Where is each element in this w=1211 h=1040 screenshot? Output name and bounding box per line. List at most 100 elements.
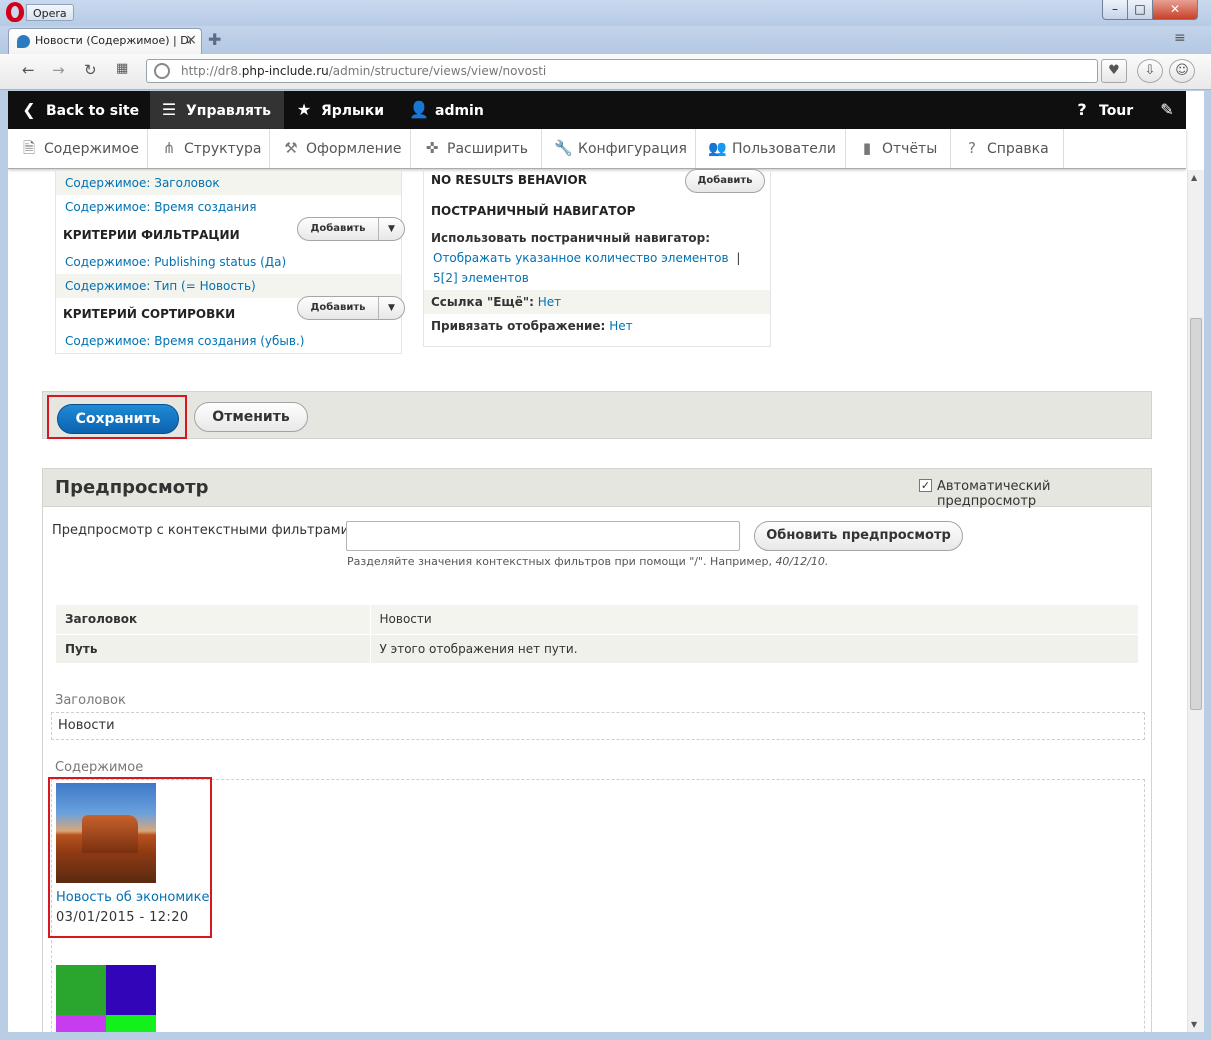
document-icon: 🗎	[22, 139, 36, 157]
contextual-filters-hint: Разделяйте значения контекстных фильтров…	[347, 555, 828, 568]
edit-pencil-icon[interactable]: ✎	[1158, 91, 1184, 129]
help-icon: ?	[968, 139, 976, 157]
opera-menu-button[interactable]: Opera	[26, 4, 74, 21]
tab-menu-icon[interactable]: ≡	[1174, 30, 1186, 46]
attach-label: Привязать отображение:	[431, 319, 606, 333]
table-key: Путь	[56, 634, 371, 664]
butte-shape	[82, 815, 138, 853]
pager-count-link[interactable]: 5[2] элементов	[433, 271, 529, 285]
back-to-site-link[interactable]: ❮ Back to site	[20, 91, 139, 129]
page-viewport: ❮ Back to site ☰ Управлять ★ Ярлыки 👤 admin …	[8, 91, 1204, 1032]
add-sort-dropbutton[interactable]: Добавить ▼	[297, 296, 405, 320]
maximize-button[interactable]: □	[1127, 0, 1153, 20]
add-filter-dropbutton[interactable]: Добавить ▼	[297, 217, 405, 241]
add-no-results-button[interactable]: Добавить	[685, 169, 765, 193]
download-icon[interactable]: ⇩	[1137, 59, 1163, 83]
table-key: Заголовок	[56, 605, 371, 635]
table-row: Заголовок Новости	[56, 605, 1138, 635]
tray-label: Справка	[987, 141, 1049, 157]
wrench-brush-icon: ⚒	[284, 139, 298, 157]
shortcuts-label: Ярлыки	[321, 103, 385, 119]
pager-count-row: 5[2] элементов	[433, 271, 529, 285]
news-title-link[interactable]: Новость об экономике	[56, 890, 209, 905]
reload-icon[interactable]: ↻	[84, 61, 97, 79]
filter-heading: КРИТЕРИИ ФИЛЬТРАЦИИ	[63, 228, 240, 242]
vertical-scrollbar[interactable]: ▲ ▼	[1187, 170, 1204, 1032]
preview-title: Предпросмотр	[55, 477, 209, 498]
close-window-button[interactable]: ✕	[1152, 0, 1198, 20]
hint-text: Разделяйте значения контекстных фильтров…	[347, 555, 772, 568]
pager-value-link[interactable]: Отображать указанное количество элементо…	[433, 251, 729, 265]
scroll-thumb[interactable]	[1190, 318, 1202, 710]
add-sort-label: Добавить	[310, 302, 366, 313]
filter-link-status[interactable]: Содержимое: Publishing status (Да)	[65, 255, 286, 269]
user-icon[interactable]: ☺	[1169, 59, 1195, 83]
chevron-down-icon[interactable]: ▼	[378, 218, 404, 240]
field-link-title[interactable]: Содержимое: Заголовок	[65, 176, 220, 190]
minimize-button[interactable]: –	[1102, 0, 1128, 20]
url-prefix: http://dr8.	[181, 64, 242, 78]
address-bar[interactable]: http://dr8.php-include.ru/admin/structur…	[146, 59, 1098, 83]
wrench-icon: 🔧	[554, 139, 573, 157]
news-thumbnail-image[interactable]	[56, 783, 156, 883]
manage-tab[interactable]: ☰ Управлять	[150, 91, 284, 129]
more-value-link[interactable]: Нет	[538, 295, 561, 309]
table-value: У этого отображения нет пути.	[370, 634, 1138, 664]
puzzle-icon: ✜	[425, 139, 439, 157]
forward-icon[interactable]: →	[52, 61, 65, 79]
refresh-preview-button[interactable]: Обновить предпросмотр	[754, 521, 963, 551]
auto-preview-label[interactable]: Автоматический предпросмотр	[937, 479, 1151, 509]
tray-item-structure[interactable]: ⋔ Структура	[148, 129, 270, 168]
tray-item-help[interactable]: ? Справка	[951, 129, 1064, 168]
contextual-filters-input[interactable]	[346, 521, 740, 551]
url-host: php-include.ru	[241, 64, 329, 78]
chevron-down-icon[interactable]: ▼	[378, 297, 404, 319]
more-link-row: Ссылка "Ещё": Нет	[424, 290, 770, 314]
tray-item-people[interactable]: 👥 Пользователи	[696, 129, 846, 168]
browser-tab-active[interactable]: Новости (Содержимое) | Dr ×	[8, 28, 202, 54]
news-thumbnail-image[interactable]	[56, 965, 156, 1032]
window-titlebar: Opera – □ ✕	[0, 0, 1211, 26]
content-section-label: Содержимое	[55, 760, 144, 775]
tour-label: Tour	[1099, 103, 1134, 119]
tray-item-reports[interactable]: ▮ Отчёты	[846, 129, 951, 168]
tray-label: Пользователи	[732, 141, 836, 157]
sort-heading: КРИТЕРИЙ СОРТИРОВКИ	[63, 307, 236, 321]
save-button[interactable]: Сохранить	[57, 404, 179, 434]
filter-link-type[interactable]: Содержимое: Тип (= Новость)	[65, 279, 256, 293]
manage-label: Управлять	[186, 103, 272, 119]
tour-button[interactable]: ? Tour	[1073, 91, 1133, 129]
admin-toolbar: ❮ Back to site ☰ Управлять ★ Ярлыки 👤 admin …	[8, 91, 1186, 129]
tray-label: Отчёты	[882, 141, 938, 157]
admin-tray: 🗎 Содержимое ⋔ Структура ⚒ Оформление ✜ Расш…	[8, 129, 1186, 169]
tray-item-configuration[interactable]: 🔧 Конфигурация	[542, 129, 696, 168]
tray-label: Расширить	[447, 141, 529, 157]
back-icon[interactable]: ←	[22, 61, 35, 79]
more-label: Ссылка "Ещё":	[431, 295, 534, 309]
tray-item-appearance[interactable]: ⚒ Оформление	[270, 129, 411, 168]
user-tab[interactable]: 👤 admin	[409, 91, 484, 129]
scroll-down-icon[interactable]: ▼	[1191, 1020, 1197, 1029]
tray-item-extend[interactable]: ✜ Расширить	[411, 129, 542, 168]
heart-icon[interactable]: ♥	[1101, 59, 1127, 83]
shortcuts-tab[interactable]: ★ Ярлыки	[295, 91, 384, 129]
table-row: Путь У этого отображения нет пути.	[56, 634, 1138, 664]
site-info-icon[interactable]	[154, 63, 170, 79]
people-icon: 👥	[708, 139, 727, 157]
title-section-box: Новости	[51, 712, 1145, 740]
tab-close-icon[interactable]: ×	[185, 32, 197, 48]
cancel-button[interactable]: Отменить	[194, 402, 308, 432]
auto-preview-checkbox[interactable]: ✓	[919, 479, 932, 492]
sort-link-created[interactable]: Содержимое: Время создания (убыв.)	[65, 334, 304, 348]
tray-item-content[interactable]: 🗎 Содержимое	[8, 129, 148, 168]
url-path: /admin/structure/views/view/novosti	[328, 64, 547, 78]
preview-section: Предпросмотр ✓ Автоматический предпросмо…	[42, 468, 1152, 1032]
speed-dial-icon[interactable]: ▦	[116, 61, 128, 76]
browser-navbar: ← → ↻ ▦ http://dr8.php-include.ru/admin/…	[0, 54, 1211, 90]
bar-chart-icon: ▮	[862, 139, 872, 157]
scroll-up-icon[interactable]: ▲	[1191, 173, 1197, 182]
new-tab-icon[interactable]: ✚	[208, 30, 221, 49]
sort-row: Содержимое: Время создания (убыв.)	[56, 329, 401, 353]
attach-value-link[interactable]: Нет	[609, 319, 632, 333]
field-link-created[interactable]: Содержимое: Время создания	[65, 200, 256, 214]
